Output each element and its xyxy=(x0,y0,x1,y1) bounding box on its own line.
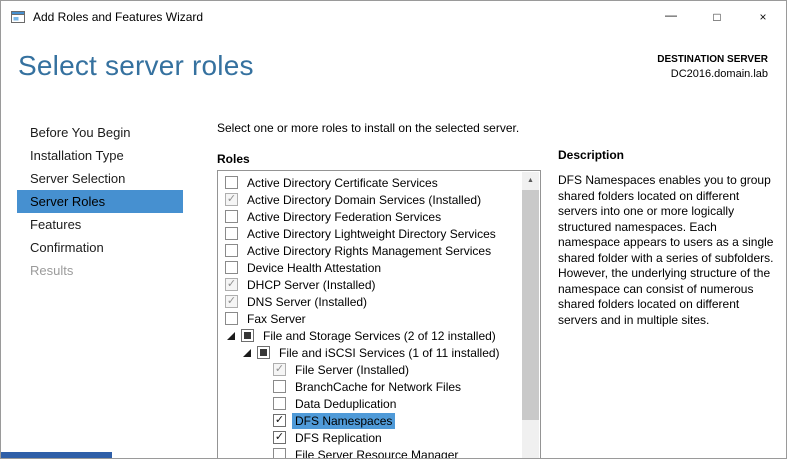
minimize-icon: — xyxy=(665,8,677,22)
role-checkbox[interactable]: ✓ xyxy=(273,414,286,427)
background-window-fragment xyxy=(1,452,112,458)
role-checkbox[interactable] xyxy=(225,227,238,240)
tree-expander-icon[interactable] xyxy=(225,332,241,340)
role-row[interactable]: Data Deduplication xyxy=(219,395,521,412)
sidebar-item-server-roles[interactable]: Server Roles xyxy=(17,190,183,213)
scrollbar-up-icon[interactable]: ▲ xyxy=(522,172,539,189)
role-row[interactable]: ✓ DFS Replication xyxy=(219,429,521,446)
maximize-icon: □ xyxy=(713,10,720,24)
role-row[interactable]: ✓ Active Directory Domain Services (Insta… xyxy=(219,191,521,208)
sidebar-item-confirmation[interactable]: Confirmation xyxy=(17,236,183,259)
role-checkbox[interactable] xyxy=(273,380,286,393)
role-row[interactable]: ✓ DFS Namespaces xyxy=(219,412,521,429)
role-row[interactable]: ✓ DHCP Server (Installed) xyxy=(219,276,521,293)
role-row[interactable]: Active Directory Rights Management Servi… xyxy=(219,242,521,259)
window-controls: — □ × xyxy=(648,1,786,32)
role-checkbox[interactable] xyxy=(273,397,286,410)
role-checkbox[interactable]: ✓ xyxy=(225,193,238,206)
title-bar: Add Roles and Features Wizard — □ × xyxy=(1,1,786,32)
roles-rows: Active Directory Certificate Services ✓ Ac… xyxy=(219,174,521,459)
role-row[interactable]: File and iSCSI Services (1 of 11 install… xyxy=(219,344,521,361)
role-label[interactable]: Active Directory Federation Services xyxy=(244,209,444,225)
sidebar-item-installation-type[interactable]: Installation Type xyxy=(17,144,183,167)
role-label[interactable]: Fax Server xyxy=(244,311,309,327)
destination-server-label: DESTINATION SERVER xyxy=(657,53,768,67)
role-row[interactable]: BranchCache for Network Files xyxy=(219,378,521,395)
role-row[interactable]: Fax Server xyxy=(219,310,521,327)
maximize-button[interactable]: □ xyxy=(694,1,740,32)
role-checkbox[interactable]: ✓ xyxy=(273,431,286,444)
sidebar-item-features[interactable]: Features xyxy=(17,213,183,236)
role-label[interactable]: DNS Server (Installed) xyxy=(244,294,370,310)
role-checkbox[interactable] xyxy=(225,244,238,257)
role-label[interactable]: Active Directory Certificate Services xyxy=(244,175,441,191)
role-checkbox[interactable] xyxy=(225,176,238,189)
roles-scrollbar[interactable]: ▲ xyxy=(522,172,539,459)
role-row[interactable]: Active Directory Federation Services xyxy=(219,208,521,225)
roles-list: Active Directory Certificate Services ✓ Ac… xyxy=(217,170,541,459)
role-label[interactable]: File and Storage Services (2 of 12 insta… xyxy=(260,328,499,344)
page-title: Select server roles xyxy=(18,50,254,82)
role-label[interactable]: DFS Namespaces xyxy=(292,413,395,429)
role-label[interactable]: Device Health Attestation xyxy=(244,260,384,276)
role-label[interactable]: Active Directory Rights Management Servi… xyxy=(244,243,494,259)
role-row[interactable]: Device Health Attestation xyxy=(219,259,521,276)
role-checkbox[interactable] xyxy=(273,448,286,459)
description-panel: Description DFS Namespaces enables you t… xyxy=(558,148,774,328)
role-checkbox[interactable]: ✓ xyxy=(273,363,286,376)
role-label[interactable]: File Server Resource Manager xyxy=(292,447,461,459)
roles-list-label: Roles xyxy=(217,152,250,166)
window-title: Add Roles and Features Wizard xyxy=(33,10,203,24)
sidebar-item-server-selection[interactable]: Server Selection xyxy=(17,167,183,190)
minimize-button[interactable]: — xyxy=(648,1,694,32)
role-label[interactable]: Active Directory Domain Services (Instal… xyxy=(244,192,484,208)
instruction-text: Select one or more roles to install on t… xyxy=(217,121,519,135)
wizard-app-icon xyxy=(10,9,26,25)
sidebar-item-results: Results xyxy=(17,259,183,282)
role-checkbox[interactable] xyxy=(225,210,238,223)
role-row[interactable]: ✓ DNS Server (Installed) xyxy=(219,293,521,310)
role-checkbox[interactable]: ✓ xyxy=(225,278,238,291)
scrollbar-thumb[interactable] xyxy=(522,190,539,420)
close-button[interactable]: × xyxy=(740,1,786,32)
destination-server-block: DESTINATION SERVER DC2016.domain.lab xyxy=(657,53,768,81)
role-label[interactable]: File Server (Installed) xyxy=(292,362,412,378)
destination-server-value: DC2016.domain.lab xyxy=(657,67,768,82)
role-label[interactable]: Active Directory Lightweight Directory S… xyxy=(244,226,499,242)
role-row[interactable]: File and Storage Services (2 of 12 insta… xyxy=(219,327,521,344)
role-row[interactable]: Active Directory Lightweight Directory S… xyxy=(219,225,521,242)
role-checkbox[interactable] xyxy=(257,346,270,359)
role-checkbox[interactable] xyxy=(225,261,238,274)
role-label[interactable]: DHCP Server (Installed) xyxy=(244,277,378,293)
description-title: Description xyxy=(558,148,774,162)
sidebar-item-before-you-begin[interactable]: Before You Begin xyxy=(17,121,183,144)
description-text: DFS Namespaces enables you to group shar… xyxy=(558,173,774,328)
role-label[interactable]: DFS Replication xyxy=(292,430,385,446)
role-label[interactable]: BranchCache for Network Files xyxy=(292,379,464,395)
close-icon: × xyxy=(759,10,766,24)
tree-expander-icon[interactable] xyxy=(241,349,257,357)
role-row[interactable]: File Server Resource Manager xyxy=(219,446,521,459)
role-checkbox[interactable] xyxy=(241,329,254,342)
role-checkbox[interactable]: ✓ xyxy=(225,295,238,308)
role-label[interactable]: Data Deduplication xyxy=(292,396,399,412)
role-checkbox[interactable] xyxy=(225,312,238,325)
role-label[interactable]: File and iSCSI Services (1 of 11 install… xyxy=(276,345,503,361)
wizard-window: Add Roles and Features Wizard — □ × Sele… xyxy=(0,0,787,459)
role-row[interactable]: ✓ File Server (Installed) xyxy=(219,361,521,378)
wizard-steps-nav: Before You BeginInstallation TypeServer … xyxy=(17,121,183,282)
role-row[interactable]: Active Directory Certificate Services xyxy=(219,174,521,191)
